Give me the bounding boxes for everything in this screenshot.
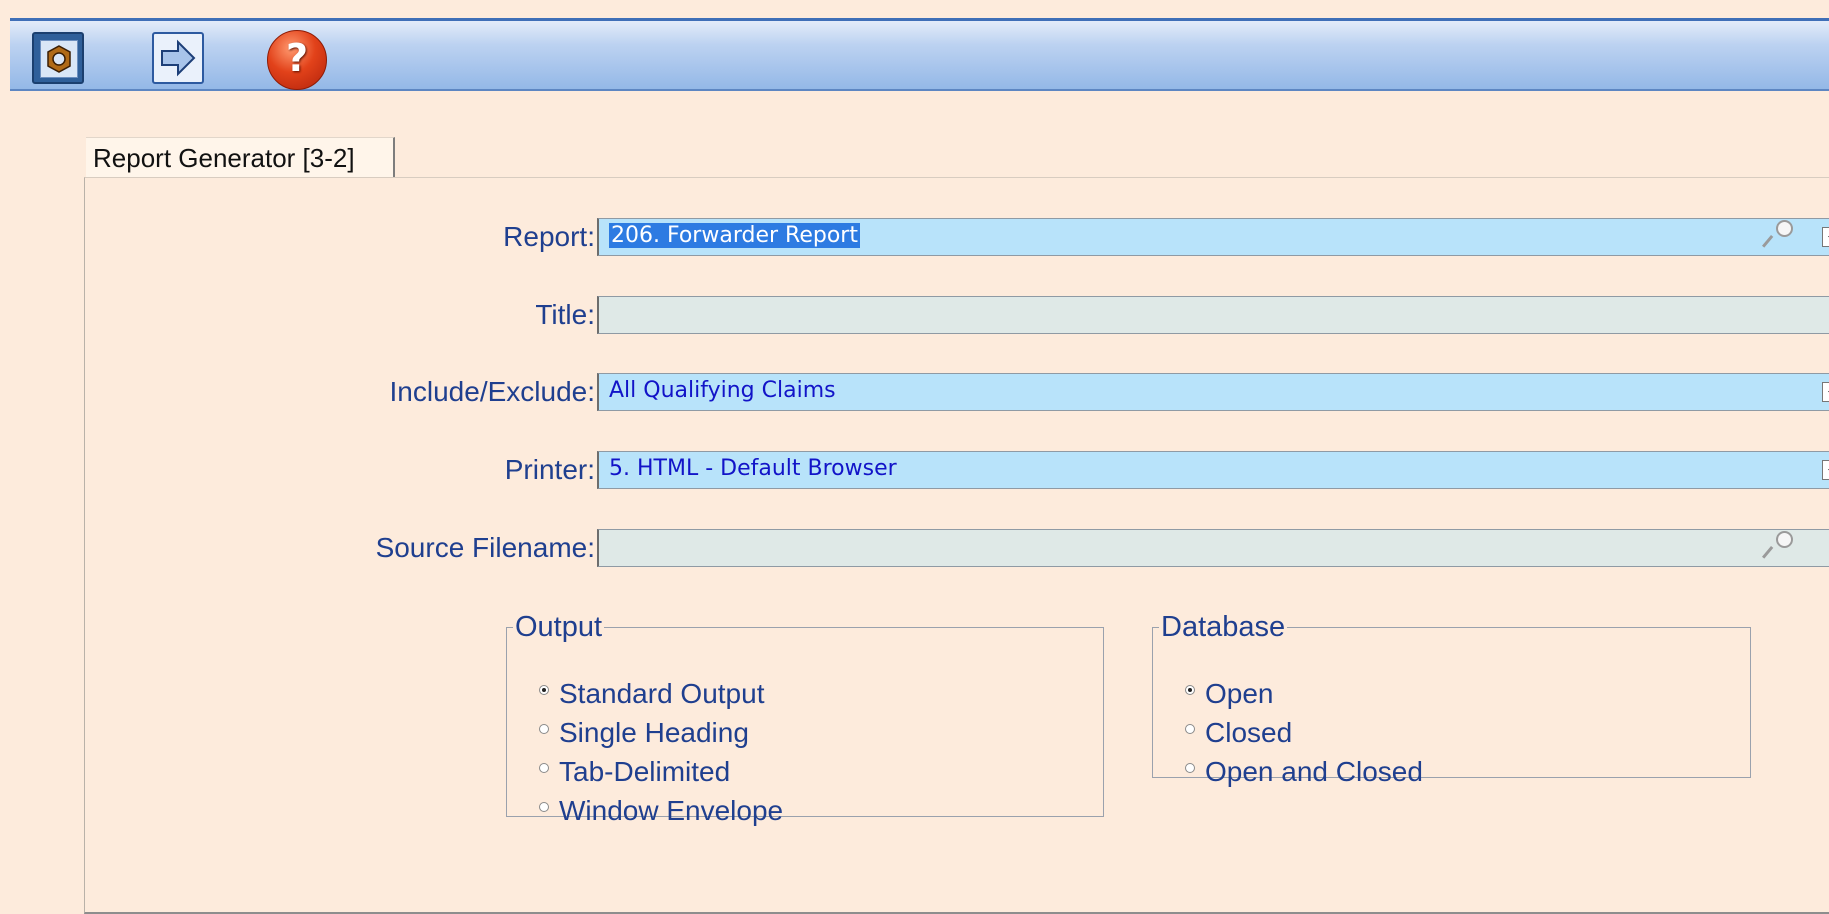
option-label: Open and Closed xyxy=(1205,756,1423,787)
printer-label: Printer: xyxy=(504,454,595,485)
report-select[interactable]: 206. Forwarder Report xyxy=(597,218,1829,256)
option-label: Standard Output xyxy=(559,678,765,709)
radio-icon[interactable] xyxy=(539,801,549,812)
source-filename-input[interactable] xyxy=(597,529,1829,567)
report-label: Report: xyxy=(503,221,595,252)
option-label: Single Heading xyxy=(559,717,749,748)
include-exclude-label: Include/Exclude: xyxy=(389,376,595,407)
radio-icon[interactable] xyxy=(539,723,549,734)
chevron-down-icon[interactable] xyxy=(1822,460,1829,480)
include-exclude-select[interactable]: All Qualifying Claims xyxy=(597,373,1829,411)
source-filename-label: Source Filename: xyxy=(375,532,595,563)
database-group: Database Open Closed Open and Closed xyxy=(1152,611,1751,787)
database-option-open[interactable]: Open xyxy=(1185,676,1274,712)
option-label: Window Envelope xyxy=(559,795,784,826)
option-label: Tab-Delimited xyxy=(559,756,731,787)
source-filename-search-icon[interactable] xyxy=(1762,531,1798,565)
exit-icon xyxy=(40,40,78,78)
chevron-down-icon[interactable] xyxy=(1822,227,1829,247)
help-button[interactable]: ? xyxy=(267,30,327,90)
tab-report-generator[interactable]: Report Generator [3-2] xyxy=(86,137,395,178)
radio-icon[interactable] xyxy=(1185,723,1195,734)
report-generator-panel: Report: 206. Forwarder Report Title: Inc… xyxy=(84,177,1829,914)
output-option-standard[interactable]: Standard Output xyxy=(539,676,764,712)
output-group-legend: Output xyxy=(515,611,603,643)
report-value: 206. Forwarder Report xyxy=(609,223,860,248)
output-option-tab-delimited[interactable]: Tab-Delimited xyxy=(539,754,730,790)
output-group: Output Standard Output Single Heading Ta… xyxy=(506,611,1104,826)
printer-value: 5. HTML - Default Browser xyxy=(609,456,897,481)
radio-selected-icon[interactable] xyxy=(1185,684,1195,695)
next-button[interactable] xyxy=(152,32,204,84)
database-group-legend: Database xyxy=(1161,611,1286,643)
printer-select[interactable]: 5. HTML - Default Browser xyxy=(597,451,1829,489)
title-label: Title: xyxy=(535,299,595,330)
radio-selected-icon[interactable] xyxy=(539,684,549,695)
include-exclude-value: All Qualifying Claims xyxy=(609,378,836,403)
chevron-down-icon[interactable] xyxy=(1822,382,1829,402)
toolbar: ? xyxy=(10,18,1829,91)
radio-icon[interactable] xyxy=(1185,762,1195,773)
help-icon: ? xyxy=(285,36,309,80)
report-lookup-search-icon[interactable] xyxy=(1762,220,1798,254)
title-input[interactable] xyxy=(597,296,1829,334)
exit-button[interactable] xyxy=(32,32,84,84)
output-option-window-envelope[interactable]: Window Envelope xyxy=(539,793,783,829)
arrow-right-icon xyxy=(161,39,196,77)
option-label: Open xyxy=(1205,678,1274,709)
database-option-open-and-closed[interactable]: Open and Closed xyxy=(1185,754,1423,790)
radio-icon[interactable] xyxy=(539,762,549,773)
option-label: Closed xyxy=(1205,717,1293,748)
database-option-closed[interactable]: Closed xyxy=(1185,715,1292,751)
output-option-single-heading[interactable]: Single Heading xyxy=(539,715,749,751)
